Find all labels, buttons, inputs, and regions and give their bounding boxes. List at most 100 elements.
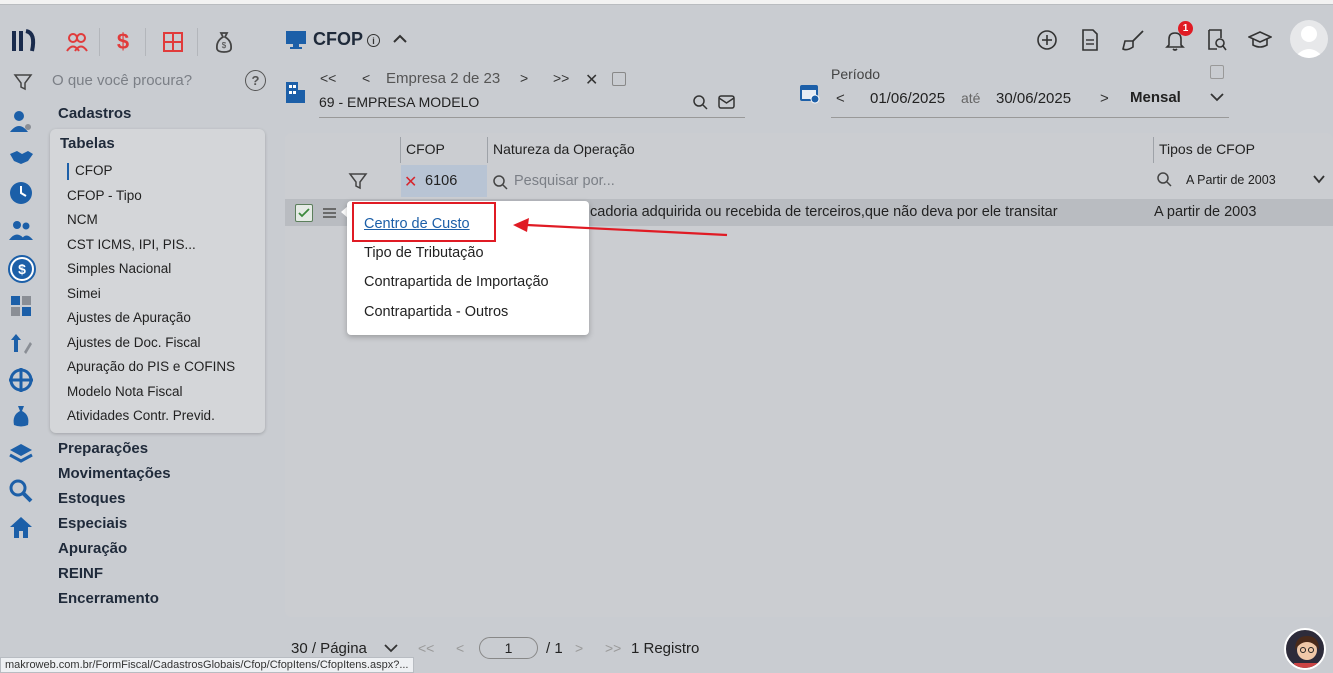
- notification-badge: 1: [1178, 21, 1193, 36]
- report-search-icon[interactable]: [1207, 28, 1227, 52]
- submenu-simei[interactable]: Simei: [67, 286, 101, 301]
- last-page-button[interactable]: >>: [605, 640, 621, 656]
- menu-tipo-tributacao[interactable]: Tipo de Tributação: [364, 245, 484, 261]
- menu-tabelas[interactable]: Tabelas: [60, 135, 115, 152]
- tipos-filter-select[interactable]: A Partir de 2003: [1186, 173, 1276, 187]
- menu-especiais[interactable]: Especiais: [58, 515, 127, 532]
- period-until-label: até: [961, 90, 981, 106]
- per-page-chevron-icon[interactable]: [384, 644, 398, 653]
- layers-icon[interactable]: [8, 440, 36, 468]
- grid-filter-icon[interactable]: [348, 171, 368, 191]
- home-icon[interactable]: [8, 514, 36, 542]
- collapse-chevron-icon[interactable]: [392, 33, 408, 45]
- next-company-button[interactable]: >: [520, 70, 528, 86]
- money-bag-icon[interactable]: $: [210, 28, 238, 56]
- column-header-natureza[interactable]: Natureza da Operação: [493, 141, 635, 157]
- people-icon[interactable]: [8, 217, 36, 245]
- menu-contrapartida-importacao[interactable]: Contrapartida de Importação: [364, 274, 549, 290]
- assistant-avatar[interactable]: [1284, 628, 1326, 670]
- users-icon[interactable]: [63, 28, 91, 56]
- total-pages: / 1: [546, 640, 563, 657]
- menu-apuracao[interactable]: Apuração: [58, 540, 127, 557]
- svg-text:$: $: [222, 41, 227, 50]
- submenu-cfop-tipo[interactable]: CFOP - Tipo: [67, 188, 142, 203]
- menu-contrapartida-outros[interactable]: Contrapartida - Outros: [364, 304, 508, 320]
- period-checkbox[interactable]: [1210, 65, 1224, 79]
- money-bag-rail-icon[interactable]: [8, 403, 36, 431]
- clear-company-icon[interactable]: ✕: [585, 70, 598, 90]
- dollar-circle-icon[interactable]: $: [7, 254, 37, 284]
- page-number-input[interactable]: 1: [479, 637, 538, 659]
- clock-icon[interactable]: [8, 180, 36, 208]
- prev-period-button[interactable]: <: [836, 90, 845, 107]
- submenu-apuracao-pis-cofins[interactable]: Apuração do PIS e COFINS: [67, 359, 235, 374]
- company-underline: [319, 117, 745, 118]
- graduation-cap-icon[interactable]: [1248, 30, 1272, 50]
- user-avatar[interactable]: [1290, 20, 1328, 58]
- period-end-date[interactable]: 30/06/2025: [996, 90, 1071, 107]
- pen-up-icon[interactable]: [8, 330, 36, 358]
- period-mode-chevron-icon[interactable]: [1209, 92, 1225, 102]
- calculator-icon[interactable]: [159, 28, 187, 56]
- period-mode-select[interactable]: Mensal: [1130, 89, 1181, 106]
- handshake-icon[interactable]: [8, 144, 36, 172]
- period-underline: [831, 117, 1229, 118]
- submenu-modelo-nota[interactable]: Modelo Nota Fiscal: [67, 384, 183, 399]
- calculator-rail-icon[interactable]: [8, 293, 36, 321]
- broom-icon[interactable]: [1121, 29, 1145, 51]
- dollar-icon[interactable]: $: [109, 28, 137, 56]
- highlight-box: [352, 202, 496, 242]
- menu-search-input[interactable]: O que você procura?: [52, 72, 192, 89]
- submenu-ajustes-doc-fiscal[interactable]: Ajustes de Doc. Fiscal: [67, 335, 201, 350]
- menu-movimentacoes[interactable]: Movimentações: [58, 465, 171, 482]
- submenu-ncm[interactable]: NCM: [67, 212, 98, 227]
- column-header-tipos[interactable]: Tipos de CFOP: [1159, 141, 1255, 157]
- first-page-button[interactable]: <<: [418, 640, 434, 656]
- clear-cfop-filter-icon[interactable]: ✕: [404, 172, 417, 192]
- mail-icon[interactable]: [718, 95, 735, 109]
- menu-reinf[interactable]: REINF: [58, 565, 103, 582]
- row-menu-icon[interactable]: [322, 207, 337, 219]
- menu-cadastros[interactable]: Cadastros: [58, 105, 131, 122]
- column-header-cfop[interactable]: CFOP: [406, 141, 445, 157]
- add-circle-icon[interactable]: [1036, 29, 1058, 51]
- submenu-atividades[interactable]: Atividades Contr. Previd.: [67, 408, 215, 423]
- help-icon[interactable]: ?: [245, 70, 266, 91]
- active-item-marker: [67, 163, 69, 180]
- tipos-filter-chevron-icon[interactable]: [1313, 175, 1325, 184]
- last-company-button[interactable]: >>: [553, 70, 569, 86]
- document-icon[interactable]: [1080, 29, 1100, 51]
- submenu-ajustes-apuracao[interactable]: Ajustes de Apuração: [67, 310, 191, 325]
- cfop-filter-value[interactable]: 6106: [425, 173, 457, 189]
- submenu-cfop[interactable]: CFOP: [75, 163, 113, 178]
- natureza-search-icon: [492, 174, 508, 190]
- row-tipo: A partir de 2003: [1154, 204, 1257, 220]
- next-page-button[interactable]: >: [575, 640, 583, 656]
- company-checkbox[interactable]: [612, 72, 626, 86]
- natureza-search-input[interactable]: Pesquisar por...: [514, 173, 615, 189]
- network-icon[interactable]: [8, 367, 36, 395]
- app-logo[interactable]: [10, 27, 38, 55]
- first-company-button[interactable]: <<: [320, 70, 336, 86]
- person-gear-icon[interactable]: [8, 108, 36, 136]
- window-top-border: [0, 0, 1333, 5]
- filter-icon[interactable]: [13, 72, 33, 92]
- menu-encerramento[interactable]: Encerramento: [58, 590, 159, 607]
- prev-company-button[interactable]: <: [362, 70, 370, 86]
- period-start-date[interactable]: 01/06/2025: [870, 90, 945, 107]
- monitor-icon: [285, 30, 307, 50]
- per-page-select[interactable]: 30 / Página: [291, 640, 367, 657]
- tipos-search-icon: [1156, 171, 1172, 187]
- menu-preparacoes[interactable]: Preparações: [58, 440, 148, 457]
- company-name[interactable]: 69 - EMPRESA MODELO: [319, 94, 479, 110]
- submenu-cst[interactable]: CST ICMS, IPI, PIS...: [67, 237, 196, 252]
- prev-page-button[interactable]: <: [456, 640, 464, 656]
- submenu-simples-nacional[interactable]: Simples Nacional: [67, 261, 171, 276]
- row-checkbox[interactable]: [295, 204, 313, 222]
- company-search-icon[interactable]: [692, 94, 708, 110]
- menu-estoques[interactable]: Estoques: [58, 490, 126, 507]
- left-rail: $: [0, 100, 45, 550]
- search-rail-icon[interactable]: [8, 478, 36, 506]
- next-period-button[interactable]: >: [1100, 90, 1109, 107]
- info-icon[interactable]: i: [367, 34, 380, 47]
